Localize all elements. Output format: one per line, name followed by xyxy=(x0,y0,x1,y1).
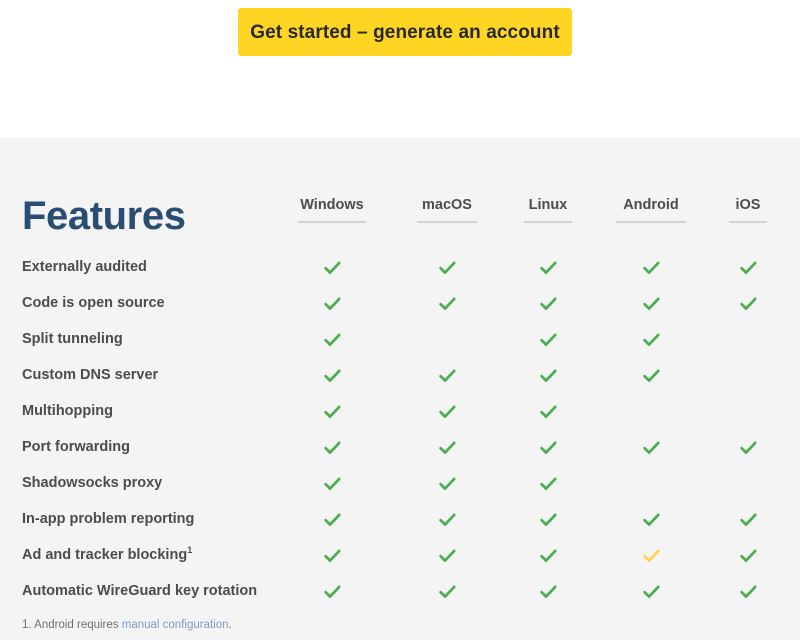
feature-label: Split tunneling xyxy=(22,331,123,348)
column-header-label: iOS xyxy=(735,197,761,213)
check-icon-linux xyxy=(537,365,559,387)
feature-label: Code is open source xyxy=(22,295,165,312)
feature-label: Ad and tracker blocking1 xyxy=(22,545,193,564)
column-header-ios: iOS xyxy=(729,197,767,230)
check-icon-linux xyxy=(537,293,559,315)
check-icon-linux xyxy=(537,437,559,459)
check-icon-linux xyxy=(537,473,559,495)
column-header-label: Android xyxy=(623,197,679,213)
check-icon-ios xyxy=(737,437,759,459)
check-icon-macos xyxy=(436,293,458,315)
feature-label: Multihopping xyxy=(22,403,113,420)
check-icon-windows xyxy=(321,401,343,423)
check-icon-macos xyxy=(436,545,458,567)
column-header-rule xyxy=(298,220,366,223)
feature-label: Custom DNS server xyxy=(22,367,159,384)
get-started-button[interactable]: Get started – generate an account xyxy=(238,8,572,56)
column-header-rule xyxy=(729,220,767,223)
feature-label: Port forwarding xyxy=(22,439,130,456)
check-icon-windows xyxy=(321,293,343,315)
footnote: 1. Android requires manual configuration… xyxy=(22,618,232,633)
table-row: Split tunneling xyxy=(0,322,800,358)
check-icon-ios xyxy=(737,545,759,567)
column-header-label: Linux xyxy=(528,197,568,213)
column-header-rule xyxy=(417,220,477,223)
check-icon-linux xyxy=(537,581,559,603)
check-icon-windows xyxy=(321,581,343,603)
column-header-label: macOS xyxy=(422,197,472,213)
column-header-linux: Linux xyxy=(524,197,572,230)
check-icon-linux xyxy=(537,401,559,423)
check-icon-android xyxy=(640,365,662,387)
table-row: Automatic WireGuard key rotation xyxy=(0,574,800,610)
check-icon-macos xyxy=(436,365,458,387)
table-row: Port forwarding xyxy=(0,430,800,466)
check-icon-ios xyxy=(737,293,759,315)
feature-label: In-app problem reporting xyxy=(22,511,195,528)
table-row: Code is open source xyxy=(0,286,800,322)
table-row: Custom DNS server xyxy=(0,358,800,394)
check-icon-ios xyxy=(737,509,759,531)
table-row: Shadowsocks proxy xyxy=(0,466,800,502)
features-panel: Features Windows macOS Linux Android iOS Ext… xyxy=(0,138,800,640)
check-icon-macos xyxy=(436,401,458,423)
check-icon-macos xyxy=(436,257,458,279)
footnote-suffix: . xyxy=(228,619,232,631)
check-icon-macos xyxy=(436,473,458,495)
table-row: In-app problem reporting xyxy=(0,502,800,538)
table-row: Multihopping xyxy=(0,394,800,430)
feature-label: Shadowsocks proxy xyxy=(22,475,163,492)
check-icon-ios xyxy=(737,581,759,603)
check-icon-android xyxy=(640,581,662,603)
check-icon-linux xyxy=(537,545,559,567)
check-icon-windows xyxy=(321,473,343,495)
check-icon-windows xyxy=(321,329,343,351)
check-icon-windows xyxy=(321,545,343,567)
check-icon-windows xyxy=(321,509,343,531)
page-root: Get started – generate an account Featur… xyxy=(0,0,800,640)
manual-configuration-link[interactable]: manual configuration xyxy=(122,619,229,631)
check-icon-android xyxy=(640,509,662,531)
check-icon-linux xyxy=(537,329,559,351)
check-icon-android xyxy=(640,293,662,315)
column-header-rule xyxy=(524,220,572,223)
check-icon-macos xyxy=(436,581,458,603)
column-header-rule xyxy=(616,220,686,223)
check-icon-macos xyxy=(436,437,458,459)
footnote-prefix: 1. Android requires xyxy=(22,619,122,631)
table-row: Externally audited xyxy=(0,250,800,286)
column-header-android: Android xyxy=(616,197,686,230)
partial-check-icon-android xyxy=(640,545,662,567)
check-icon-windows xyxy=(321,257,343,279)
table-row: Ad and tracker blocking1 xyxy=(0,538,800,574)
check-icon-windows xyxy=(321,365,343,387)
check-icon-android xyxy=(640,329,662,351)
feature-label: Automatic WireGuard key rotation xyxy=(22,583,258,600)
cta-band: Get started – generate an account xyxy=(0,0,800,138)
column-header-macos: macOS xyxy=(417,197,477,230)
platform-column-headers: Windows macOS Linux Android iOS xyxy=(0,197,800,234)
feature-rows: Externally audited Code is open source Spl… xyxy=(0,250,800,610)
check-icon-ios xyxy=(737,257,759,279)
footnote-marker: 1 xyxy=(187,545,193,556)
column-header-windows: Windows xyxy=(298,197,366,230)
check-icon-linux xyxy=(537,509,559,531)
check-icon-windows xyxy=(321,437,343,459)
feature-label: Externally audited xyxy=(22,259,147,276)
column-header-label: Windows xyxy=(300,197,364,213)
check-icon-linux xyxy=(537,257,559,279)
check-icon-android xyxy=(640,437,662,459)
check-icon-android xyxy=(640,257,662,279)
check-icon-macos xyxy=(436,509,458,531)
